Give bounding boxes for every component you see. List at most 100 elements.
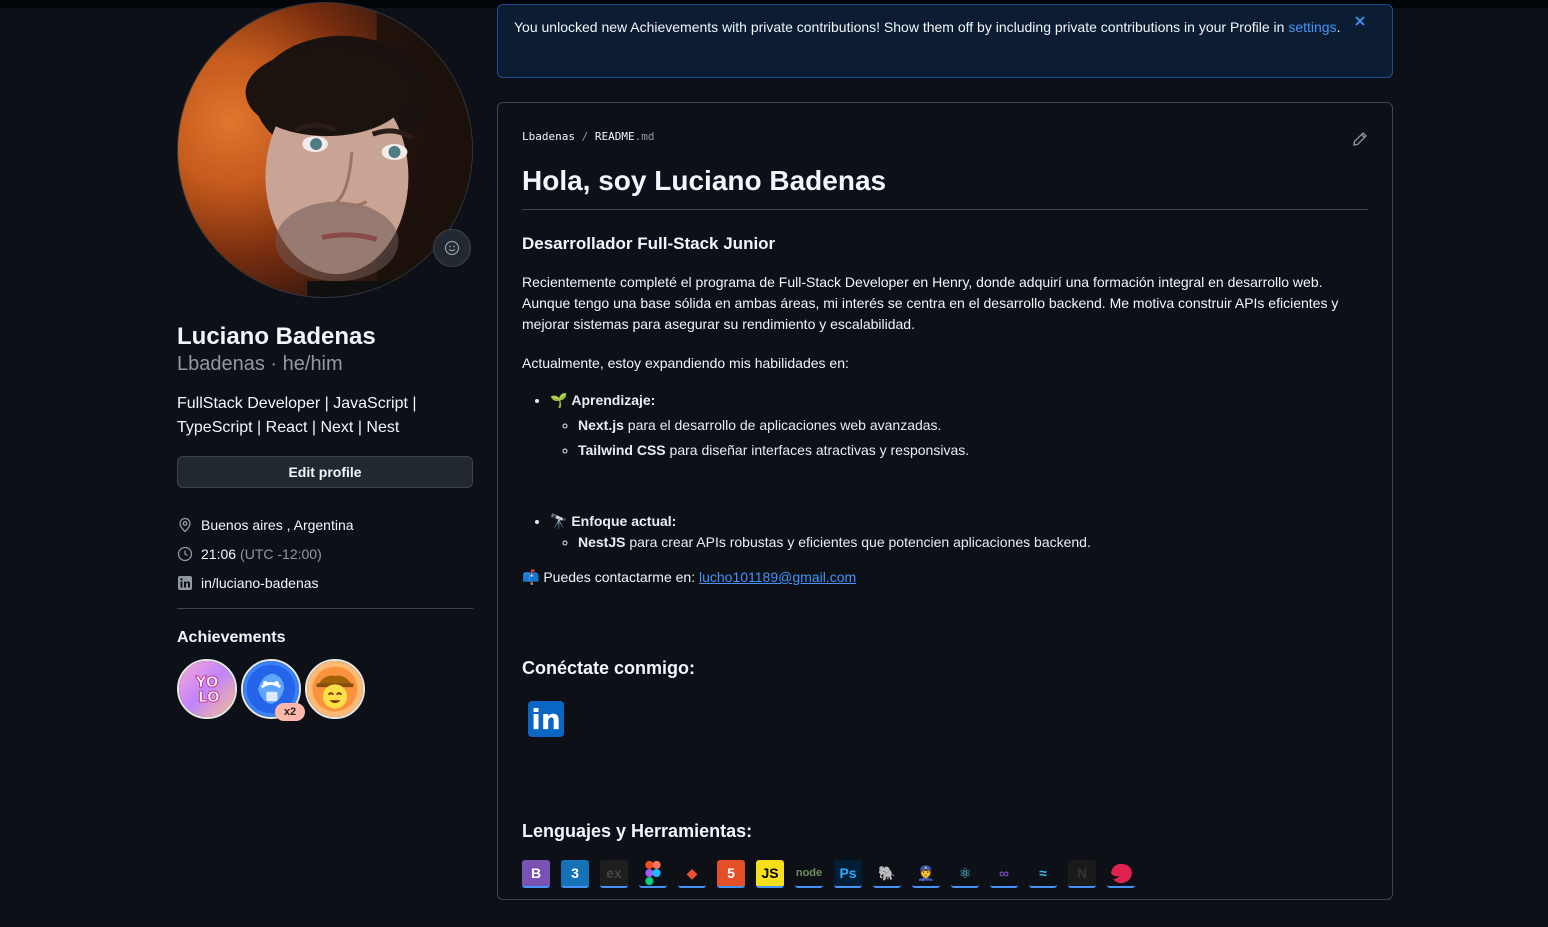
yolo-badge[interactable]: YO LO (177, 659, 237, 719)
nextjs-icon: N (1068, 860, 1096, 888)
item-text: para crear APIs robustas y eficientes qu… (625, 534, 1091, 550)
list-item: NestJS para crear APIs robustas y eficie… (578, 532, 1368, 553)
list-item: Next.js para el desarrollo de aplicacion… (578, 415, 1368, 436)
tool-item[interactable]: ex (600, 860, 639, 896)
svg-text:LO: LO (198, 688, 220, 706)
focus-list: 🔭 Enfoque actual: NestJS para crear APIs… (522, 511, 1368, 553)
sublist: Next.js para el desarrollo de aplicacion… (550, 415, 1368, 461)
readme-path-user[interactable]: Lbadenas (522, 130, 575, 143)
smiley-icon (444, 240, 460, 256)
redux-icon: ∞ (990, 860, 1018, 888)
telescope-icon: 🔭 (550, 513, 568, 529)
tool-item[interactable]: 5 (717, 860, 756, 896)
tool-item[interactable]: ≈ (1029, 860, 1068, 896)
location-icon (177, 517, 193, 533)
avatar-container (177, 2, 473, 298)
photoshop-icon: Ps (834, 860, 862, 888)
item-bold: Next.js (578, 417, 624, 433)
tool-item[interactable]: ◆ (678, 860, 717, 896)
profile-name: Luciano Badenas (177, 323, 376, 350)
quickdraw-badge[interactable] (305, 659, 365, 719)
react-icon: ⚛ (951, 860, 979, 888)
profile-username: Lbadenas · he/him (177, 353, 343, 375)
tool-item[interactable]: 👮 (912, 860, 951, 896)
achievements-title[interactable]: Achievements (177, 629, 473, 647)
profile-sidebar: Luciano Badenas Lbadenas · he/him FullSt… (177, 2, 473, 721)
tool-item[interactable]: ⚛ (951, 860, 990, 896)
tool-item[interactable]: Ps (834, 860, 873, 896)
tool-item[interactable] (639, 860, 678, 896)
learning-list: 🌱 Aprendizaje: Next.js para el desarroll… (522, 390, 1368, 461)
local-time: 21:06 (201, 545, 237, 562)
tools-title: Lenguajes y Herramientas: (522, 821, 753, 841)
express-icon: ex (600, 860, 628, 888)
readme-path-sep: / (574, 130, 595, 143)
achievements-flash-banner: You unlocked new Achievements with priva… (497, 4, 1393, 78)
tool-item[interactable]: node (795, 860, 834, 896)
bio-line: FullStack Developer | JavaScript | (177, 395, 417, 412)
location-text: Buenos aires , Argentina (201, 516, 354, 533)
readme-card: Lbadenas / README.md Hola, soy Luciano B… (497, 102, 1393, 900)
list-item: 🌱 Aprendizaje: Next.js para el desarroll… (550, 390, 1368, 461)
badge-count: x2 (275, 703, 305, 721)
linkedin-row[interactable]: in/luciano-badenas (177, 568, 473, 597)
bootstrap-icon: B (522, 860, 550, 888)
list-item: Tailwind CSS para diseñar interfaces atr… (578, 440, 1368, 461)
sublist: NestJS para crear APIs robustas y eficie… (550, 532, 1368, 553)
item-bold: NestJS (578, 534, 626, 550)
git-icon: ◆ (678, 860, 706, 888)
postman-icon: 👮 (912, 860, 940, 888)
tool-item[interactable]: 🐘 (873, 860, 912, 896)
linkedin-link[interactable]: in/luciano-badenas (201, 575, 319, 591)
figma-icon (639, 860, 667, 888)
localtime-row: 21:06 (UTC -12:00) (177, 539, 473, 568)
seedling-icon: 🌱 (550, 392, 568, 408)
tool-item[interactable]: JS (756, 860, 795, 896)
settings-link[interactable]: settings (1288, 19, 1336, 35)
css3-icon: 3 (561, 860, 589, 888)
readme-path: Lbadenas / README.md (522, 130, 1368, 143)
avatar-image (245, 3, 472, 297)
linkedin-logo-icon[interactable]: in (528, 701, 564, 737)
html5-icon: 5 (717, 860, 745, 888)
pencil-icon[interactable] (1352, 131, 1368, 147)
mailbox-icon: 📫 (522, 569, 540, 585)
readme-subtitle: Desarrollador Full-Stack Junior (522, 234, 776, 253)
item-text: para diseñar interfaces atractivas y res… (665, 442, 970, 458)
close-icon[interactable] (1352, 13, 1368, 29)
avatar[interactable] (177, 2, 473, 298)
profile-bio: FullStack Developer | JavaScript | TypeS… (177, 392, 473, 440)
tool-item[interactable]: ∞ (990, 860, 1029, 896)
timezone: (UTC -12:00) (240, 545, 322, 562)
edit-profile-button[interactable]: Edit profile (177, 456, 473, 488)
email-link[interactable]: lucho101189@gmail.com (699, 569, 856, 585)
nestjs-icon (1107, 860, 1135, 888)
clock-icon (177, 546, 193, 562)
tool-item[interactable]: B (522, 860, 561, 896)
readme-path-ext: .md (634, 130, 655, 143)
tailwind-icon: ≈ (1029, 860, 1057, 888)
list-item: 🔭 Enfoque actual: NestJS para crear APIs… (550, 511, 1368, 553)
flash-tail: . (1336, 19, 1341, 35)
tools-icons: B 3 ex ◆ 5 JS node Ps 🐘 👮 ⚛ ∞ ≈ N (522, 860, 1368, 896)
nodejs-icon: node (795, 860, 823, 888)
tool-item[interactable]: N (1068, 860, 1107, 896)
item-bold: Tailwind CSS (578, 442, 666, 458)
contact-text: Puedes contactarme en: (543, 569, 699, 585)
connect-title: Conéctate conmigo: (522, 658, 696, 678)
javascript-icon: JS (756, 860, 784, 888)
location-row: Buenos aires , Argentina (177, 510, 473, 539)
readme-path-file: README (594, 130, 635, 143)
flash-text: You unlocked new Achievements with priva… (514, 19, 1285, 35)
list-heading: Aprendizaje: (571, 392, 656, 408)
set-status-button[interactable] (433, 229, 471, 267)
contact-line: 📫 Puedes contactarme en: lucho101189@gma… (522, 567, 1368, 588)
bio-line: TypeScript | React | Next | Nest (177, 419, 400, 436)
tool-item[interactable]: 3 (561, 860, 600, 896)
list-heading: Enfoque actual: (571, 513, 677, 529)
readme-paragraph: Recientemente completé el programa de Fu… (522, 274, 1339, 332)
tool-item[interactable] (1107, 860, 1146, 896)
postgresql-icon: 🐘 (873, 860, 901, 888)
divider (177, 608, 473, 609)
readme-title: Hola, soy Luciano Badenas (522, 163, 1368, 210)
